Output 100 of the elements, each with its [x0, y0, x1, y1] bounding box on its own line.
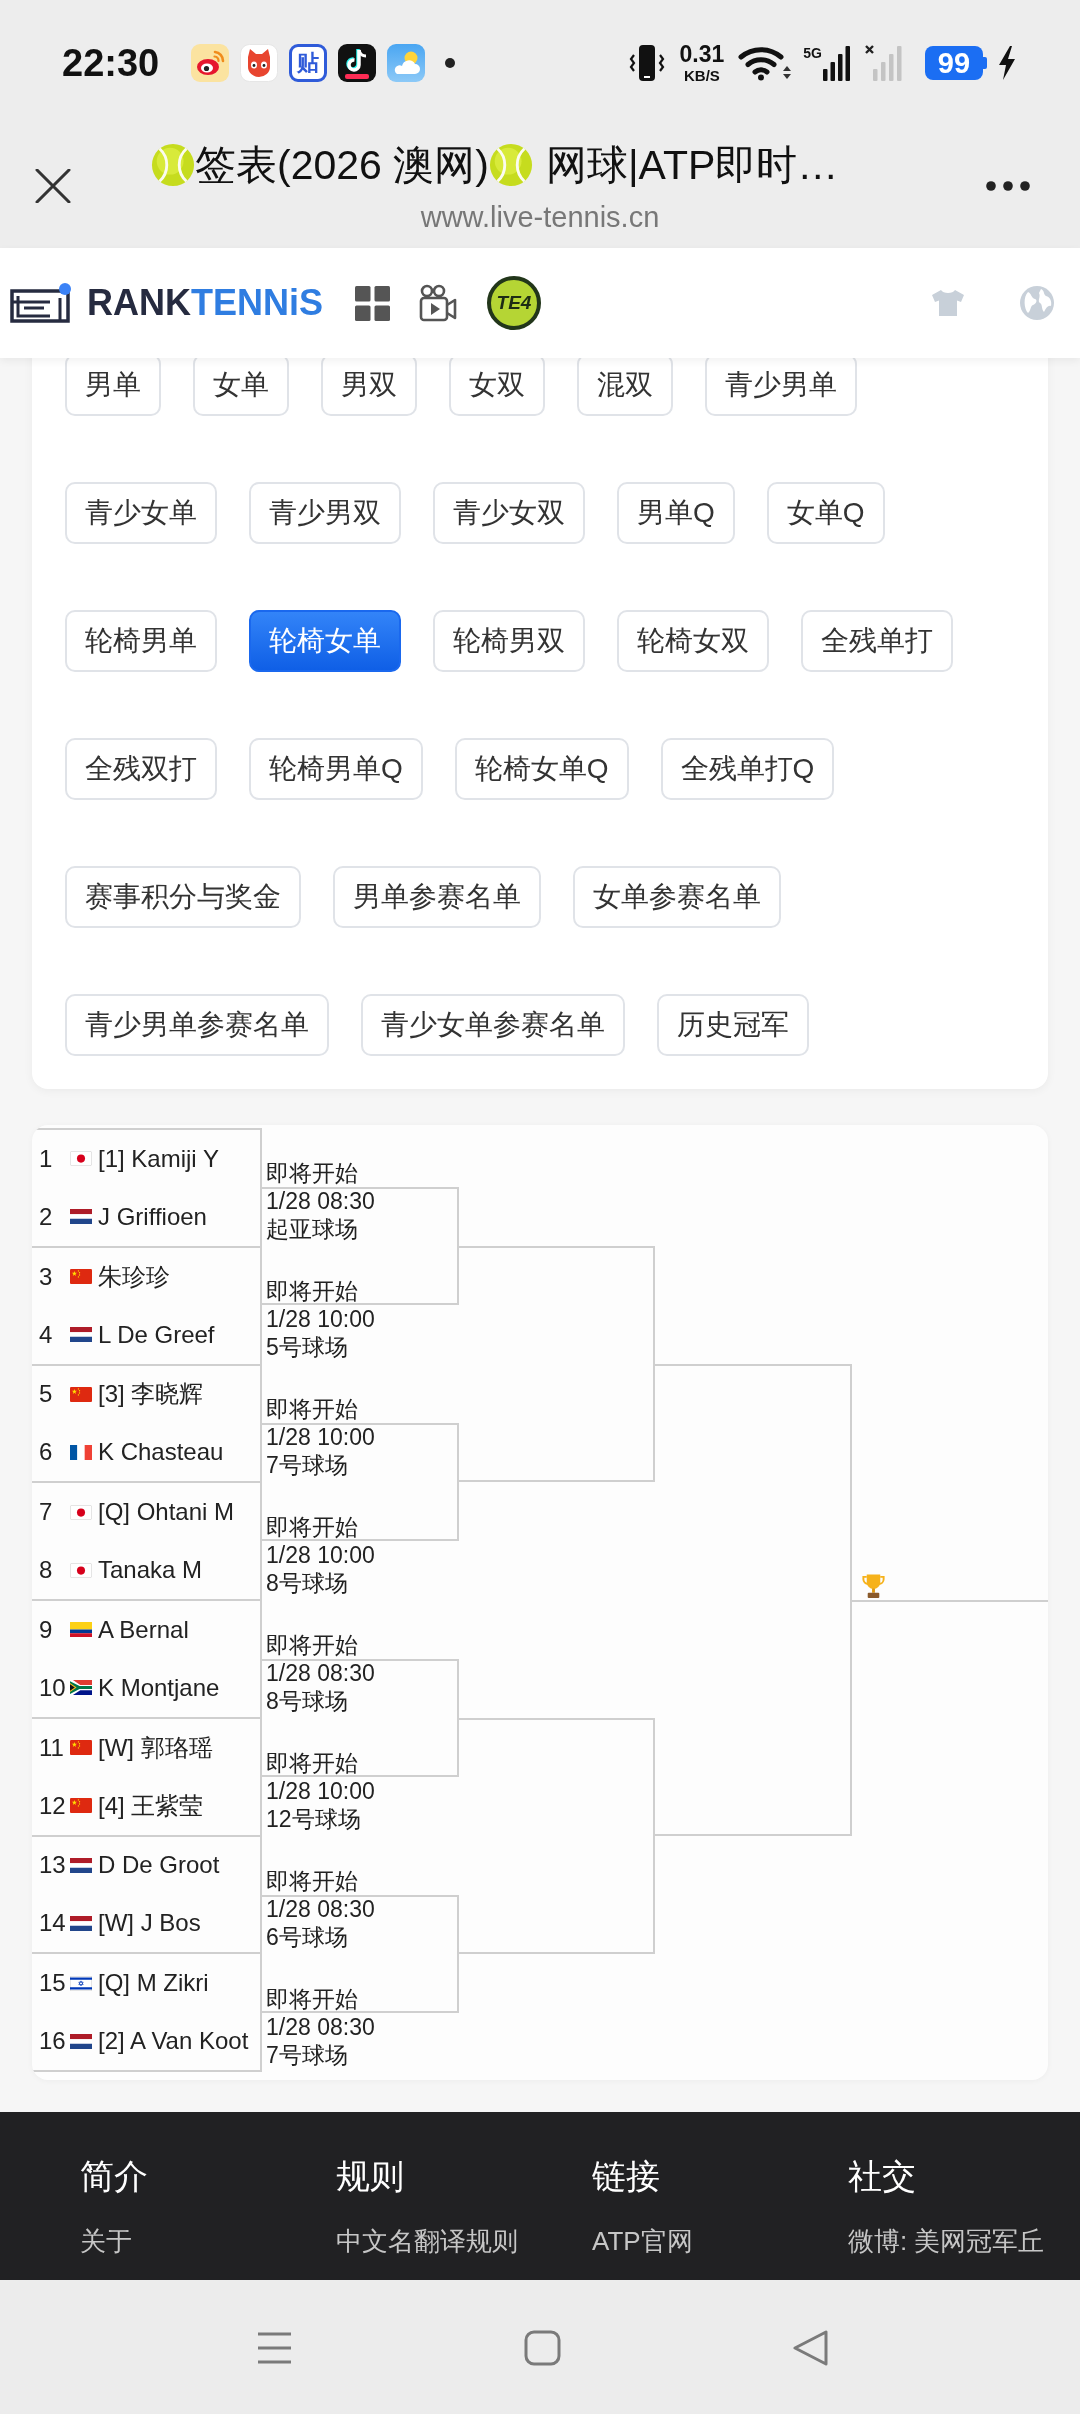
- category-tab[interactable]: 女单: [193, 358, 289, 416]
- charging-bolt-icon: [997, 46, 1017, 80]
- category-tab[interactable]: 女单参赛名单: [573, 866, 781, 928]
- match-status: 即将开始: [266, 1513, 358, 1541]
- match-time: 1/28 10:00: [266, 1777, 375, 1805]
- player-name: D De Groot: [98, 1851, 220, 1880]
- player-name: [4] 王紫莹: [98, 1790, 204, 1821]
- page-title: 网球|ATP即时…: [545, 141, 839, 190]
- category-tab[interactable]: 青少女双: [433, 482, 585, 544]
- trophy-icon: [859, 1572, 887, 1600]
- match-status: 即将开始: [266, 1985, 358, 2013]
- category-tab[interactable]: 青少男单参赛名单: [65, 994, 329, 1056]
- match-time: 1/28 10:00: [266, 1305, 375, 1333]
- france-flag-icon: [70, 1444, 92, 1460]
- category-tab[interactable]: 青少男单: [705, 358, 857, 416]
- menu-icon[interactable]: [256, 2330, 293, 2366]
- close-icon[interactable]: [34, 169, 72, 203]
- draw-position: 13: [39, 1851, 67, 1880]
- court-logo-icon[interactable]: [10, 282, 72, 324]
- video-camera-icon[interactable]: [419, 284, 457, 322]
- footer-link[interactable]: 中文名翻译规则: [336, 2223, 518, 2259]
- china-flag-icon: [70, 1798, 92, 1814]
- match-time: 1/28 10:00: [266, 1541, 375, 1569]
- category-tab[interactable]: 男单Q: [617, 482, 735, 544]
- draw-position: 6: [39, 1438, 54, 1467]
- category-tab[interactable]: 青少女单参赛名单: [361, 994, 625, 1056]
- player-name: A Bernal: [98, 1615, 189, 1644]
- player-name: [W] 郭珞瑶: [98, 1732, 213, 1763]
- china-flag-icon: [70, 1740, 92, 1756]
- category-tab[interactable]: 女双: [449, 358, 545, 416]
- draw-position: 2: [39, 1202, 54, 1231]
- category-tab[interactable]: 混双: [577, 358, 673, 416]
- more-icon[interactable]: [985, 180, 1031, 192]
- category-tab[interactable]: 男单: [65, 358, 161, 416]
- draw-position: 10: [39, 1673, 67, 1702]
- player-name: [W] J Bos: [98, 1909, 201, 1938]
- page-url: www.live-tennis.cn: [420, 200, 660, 235]
- player-name: Tanaka M: [98, 1556, 203, 1585]
- category-tab[interactable]: 男单参赛名单: [333, 866, 541, 928]
- page-title: 签表(2026 澳网): [195, 141, 489, 190]
- player-name: 朱珍珍: [98, 1261, 170, 1292]
- draw-position: 9: [39, 1615, 54, 1644]
- draw-position: 1: [39, 1144, 54, 1173]
- netherlands-flag-icon: [70, 2033, 92, 2049]
- category-tab[interactable]: 轮椅女双: [617, 610, 769, 672]
- category-tab[interactable]: 女单Q: [766, 482, 885, 544]
- court-name: 8号球场: [266, 1687, 348, 1715]
- match-status: 即将开始: [266, 1395, 358, 1423]
- player-name: J Griffioen: [98, 1202, 207, 1231]
- footer-heading: 规则: [336, 2156, 404, 2197]
- battery-indicator: 99: [925, 46, 987, 80]
- match-time: 1/28 10:00: [266, 1423, 375, 1451]
- draw-position: 14: [39, 1909, 67, 1938]
- category-tab[interactable]: 轮椅男单Q: [249, 738, 423, 800]
- footer-link[interactable]: 关于: [80, 2223, 132, 2259]
- category-tab[interactable]: 轮椅女单: [249, 610, 401, 672]
- player-name: [2] A Van Koot: [98, 2027, 249, 2056]
- court-name: 7号球场: [266, 1451, 348, 1479]
- draw-position: 15: [39, 1969, 67, 1998]
- netherlands-flag-icon: [70, 1327, 92, 1343]
- footer-link[interactable]: 微博: 美网冠军丘: [848, 2223, 1045, 2259]
- category-tab[interactable]: 全残双打: [65, 738, 217, 800]
- cat-app-icon: [240, 44, 279, 82]
- match-status: 即将开始: [266, 1867, 358, 1895]
- court-name: 6号球场: [266, 1923, 348, 1951]
- netherlands-flag-icon: [70, 1857, 92, 1873]
- category-tab[interactable]: 轮椅男单: [65, 610, 217, 672]
- match-status: 即将开始: [266, 1749, 358, 1777]
- home-square-icon[interactable]: [524, 2330, 561, 2366]
- category-tab[interactable]: 轮椅男双: [433, 610, 585, 672]
- category-tab[interactable]: 轮椅女单Q: [454, 738, 629, 800]
- site-logo-text[interactable]: RANKTENNiS: [87, 282, 323, 324]
- match-time: 1/28 08:30: [266, 1659, 375, 1687]
- colombia-flag-icon: [70, 1622, 92, 1638]
- wifi-icon: [738, 44, 793, 82]
- back-triangle-icon[interactable]: [792, 2330, 829, 2366]
- category-tab[interactable]: 青少女单: [65, 482, 217, 544]
- draw-position: 7: [39, 1498, 54, 1527]
- category-tab[interactable]: 男双: [321, 358, 417, 416]
- footer-link[interactable]: ATP官网: [592, 2223, 693, 2259]
- court-name: 5号球场: [266, 1333, 348, 1361]
- draw-position: 5: [39, 1380, 54, 1409]
- player-name: [3] 李晓辉: [98, 1379, 204, 1410]
- court-name: 8号球场: [266, 1569, 348, 1597]
- court-name: 起亚球场: [266, 1215, 358, 1243]
- draw-position: 3: [39, 1262, 54, 1291]
- category-tab[interactable]: 全残单打Q: [660, 738, 835, 800]
- category-tab[interactable]: 全残单打: [801, 610, 953, 672]
- category-tab[interactable]: 赛事积分与奖金: [65, 866, 301, 928]
- footer-heading: 链接: [592, 2156, 660, 2197]
- category-tab[interactable]: 历史冠军: [657, 994, 809, 1056]
- badge-logo[interactable]: TE4: [487, 276, 541, 330]
- text-app-icon: 贴: [289, 44, 328, 82]
- footer-heading: 简介: [80, 2156, 148, 2197]
- category-tab[interactable]: 青少男双: [249, 482, 401, 544]
- draw-position: 8: [39, 1556, 54, 1585]
- grid-icon[interactable]: [355, 285, 390, 321]
- japan-flag-icon: [70, 1151, 92, 1167]
- netherlands-flag-icon: [70, 1209, 92, 1225]
- south-africa-flag-icon: [70, 1680, 92, 1696]
